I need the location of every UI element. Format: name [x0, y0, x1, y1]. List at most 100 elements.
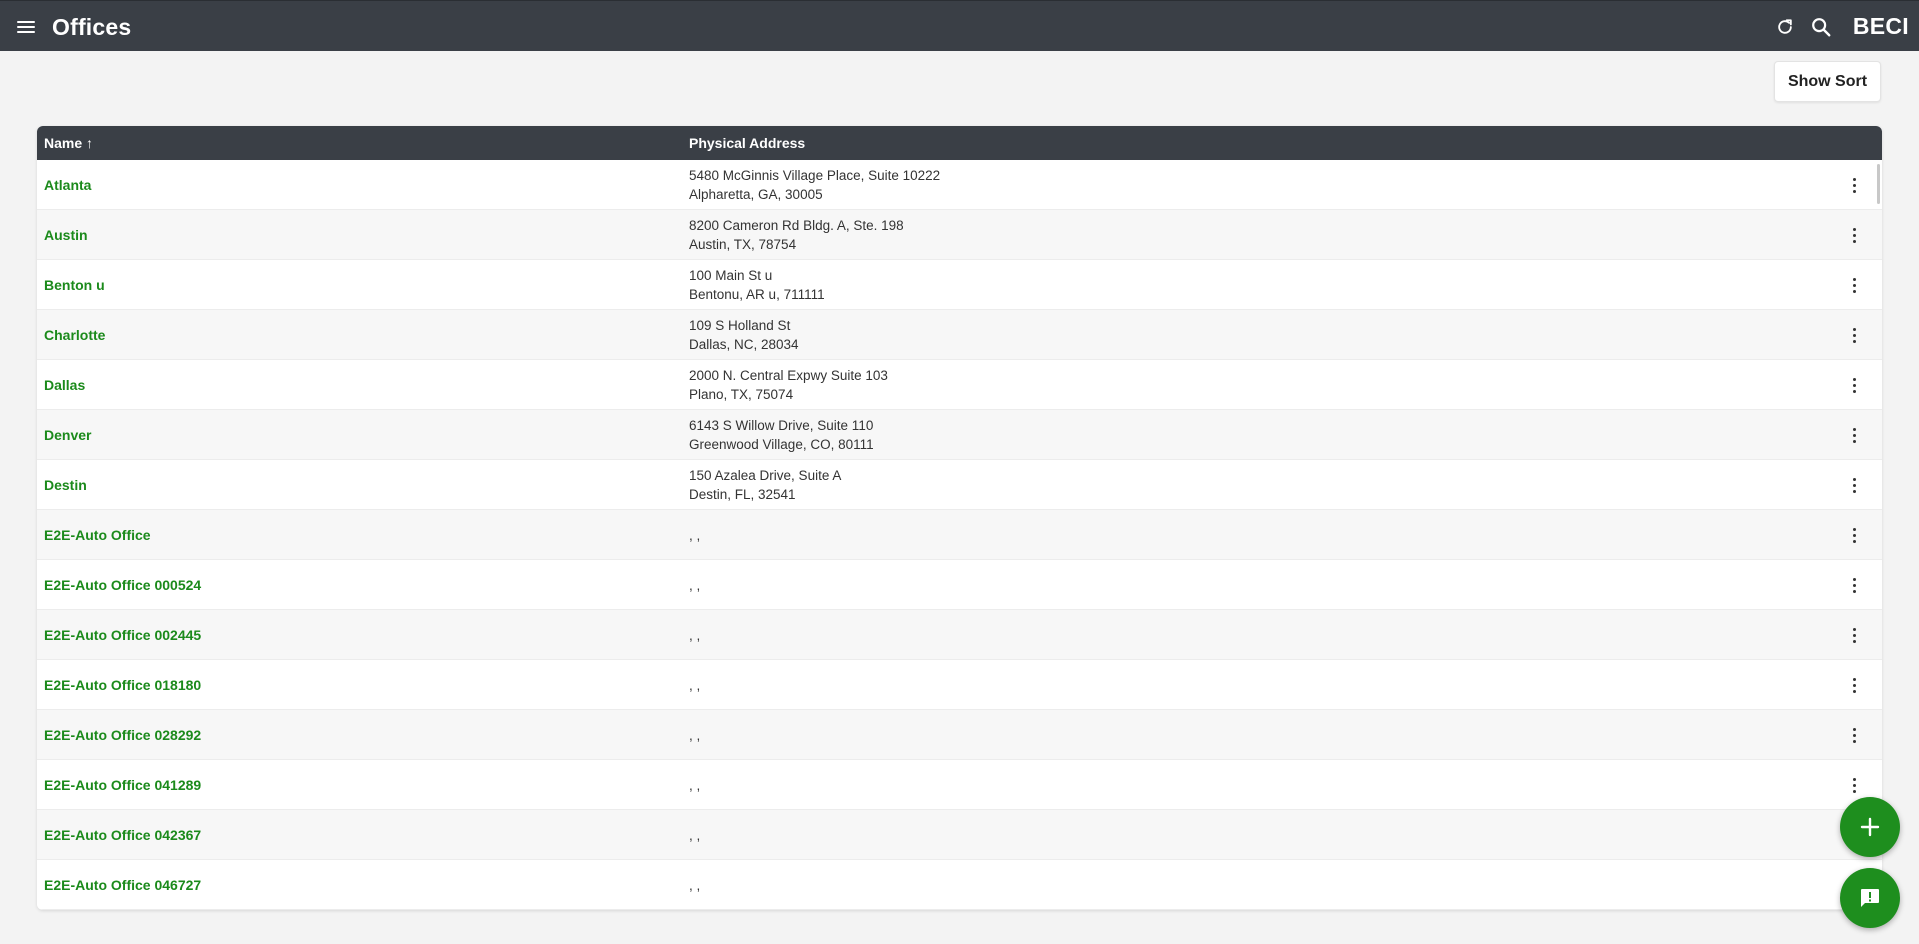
physical-address: 6143 S Willow Drive, Suite 110 Greenwood …: [689, 410, 874, 460]
address-line-2: Destin, FL, 32541: [689, 487, 796, 502]
table-body: Atlanta 5480 McGinnis Village Place, Suit…: [37, 160, 1882, 910]
page-title: Offices: [52, 14, 132, 40]
table-row[interactable]: E2E-Auto Office 002445 , ,: [37, 610, 1882, 660]
physical-address: 2000 N. Central Expwy Suite 103 Plano, TX…: [689, 360, 888, 410]
table-row[interactable]: E2E-Auto Office 042367 , ,: [37, 810, 1882, 860]
address-line-1: 109 S Holland St: [689, 318, 791, 333]
table-row[interactable]: Charlotte 109 S Holland St Dallas, NC, 280…: [37, 310, 1882, 360]
column-header-name[interactable]: Name ↑: [44, 135, 93, 151]
more-vertical-icon[interactable]: [1842, 323, 1866, 347]
address-line-2: Dallas, NC, 28034: [689, 337, 799, 352]
more-vertical-icon[interactable]: [1842, 223, 1866, 247]
table-row[interactable]: Benton u 100 Main St u Bentonu, AR u, 7111…: [37, 260, 1882, 310]
plus-icon: [1860, 817, 1880, 837]
table-row[interactable]: E2E-Auto Office 041289 , ,: [37, 760, 1882, 810]
feedback-icon: [1861, 889, 1879, 907]
address-line-1: 5480 McGinnis Village Place, Suite 10222: [689, 168, 941, 183]
office-name-link[interactable]: E2E-Auto Office: [44, 510, 151, 560]
refresh-button[interactable]: [1767, 9, 1803, 45]
office-name-link[interactable]: Dallas: [44, 360, 85, 410]
physical-address: , ,: [689, 710, 700, 760]
more-vertical-icon[interactable]: [1842, 773, 1866, 797]
address-line-2: Plano, TX, 75074: [689, 387, 794, 402]
office-name-link[interactable]: E2E-Auto Office 042367: [44, 810, 201, 860]
topbar-actions: BECI: [1767, 1, 1909, 52]
physical-address: 109 S Holland St Dallas, NC, 28034: [689, 310, 799, 360]
office-name-link[interactable]: E2E-Auto Office 018180: [44, 660, 201, 710]
address-line-1: , ,: [689, 727, 701, 743]
office-name-link[interactable]: Atlanta: [44, 160, 91, 210]
table-row[interactable]: E2E-Auto Office 000524 , ,: [37, 560, 1882, 610]
office-name-link[interactable]: Denver: [44, 410, 91, 460]
physical-address: , ,: [689, 760, 700, 810]
top-app-bar: Offices BECI: [0, 0, 1919, 51]
more-vertical-icon[interactable]: [1842, 723, 1866, 747]
address-line-1: , ,: [689, 827, 701, 843]
physical-address: , ,: [689, 660, 700, 710]
brand-logo: BECI: [1852, 13, 1909, 39]
search-button[interactable]: [1803, 9, 1839, 45]
physical-address: 100 Main St u Bentonu, AR u, 711111: [689, 260, 825, 310]
office-name-link[interactable]: Austin: [44, 210, 88, 260]
address-line-1: 150 Azalea Drive, Suite A: [689, 468, 842, 483]
address-line-2: Bentonu, AR u, 711111: [689, 287, 825, 302]
more-vertical-icon[interactable]: [1842, 373, 1866, 397]
physical-address: , ,: [689, 860, 700, 910]
address-line-2: Austin, TX, 78754: [689, 237, 797, 252]
add-office-button[interactable]: [1840, 797, 1900, 857]
table-row[interactable]: Atlanta 5480 McGinnis Village Place, Suit…: [37, 160, 1882, 210]
address-line-2: Greenwood Village, CO, 80111: [689, 437, 874, 452]
more-vertical-icon[interactable]: [1842, 423, 1866, 447]
scrollbar[interactable]: [1877, 164, 1880, 204]
address-line-1: , ,: [689, 577, 701, 593]
feedback-button[interactable]: [1840, 868, 1900, 928]
more-vertical-icon[interactable]: [1842, 473, 1866, 497]
office-name-link[interactable]: E2E-Auto Office 028292: [44, 710, 201, 760]
show-sort-button[interactable]: Show Sort: [1774, 61, 1881, 102]
table-row[interactable]: Dallas 2000 N. Central Expwy Suite 103 Pla…: [37, 360, 1882, 410]
more-vertical-icon[interactable]: [1842, 523, 1866, 547]
table-header: Name ↑ Physical Address: [37, 126, 1882, 160]
more-vertical-icon[interactable]: [1842, 273, 1866, 297]
address-line-1: 6143 S Willow Drive, Suite 110: [689, 418, 874, 433]
table-row[interactable]: Destin 150 Azalea Drive, Suite A Destin, F…: [37, 460, 1882, 510]
office-name-link[interactable]: Destin: [44, 460, 87, 510]
office-name-link[interactable]: Benton u: [44, 260, 105, 310]
address-line-1: , ,: [689, 677, 701, 693]
column-header-physical-address: Physical Address: [689, 135, 806, 151]
table-row[interactable]: E2E-Auto Office , ,: [37, 510, 1882, 560]
physical-address: , ,: [689, 610, 700, 660]
menu-button[interactable]: [14, 15, 38, 39]
more-vertical-icon[interactable]: [1842, 573, 1866, 597]
address-line-1: , ,: [689, 777, 701, 793]
physical-address: 5480 McGinnis Village Place, Suite 10222…: [689, 160, 940, 210]
more-vertical-icon[interactable]: [1842, 673, 1866, 697]
address-line-1: 8200 Cameron Rd Bldg. A, Ste. 198: [689, 218, 904, 233]
physical-address: 8200 Cameron Rd Bldg. A, Ste. 198 Austin,…: [689, 210, 904, 260]
office-name-link[interactable]: E2E-Auto Office 002445: [44, 610, 201, 660]
table-row[interactable]: E2E-Auto Office 046727 , ,: [37, 860, 1882, 910]
address-line-1: 2000 N. Central Expwy Suite 103: [689, 368, 888, 383]
more-vertical-icon[interactable]: [1842, 173, 1866, 197]
address-line-2: Alpharetta, GA, 30005: [689, 187, 823, 202]
more-vertical-icon[interactable]: [1842, 623, 1866, 647]
table-row[interactable]: E2E-Auto Office 028292 , ,: [37, 710, 1882, 760]
address-line-1: , ,: [689, 527, 701, 543]
offices-table: Name ↑ Physical Address Atlanta 5480 McGi…: [37, 126, 1882, 910]
table-row[interactable]: E2E-Auto Office 018180 , ,: [37, 660, 1882, 710]
table-row[interactable]: Denver 6143 S Willow Drive, Suite 110 Gree…: [37, 410, 1882, 460]
refresh-icon: [1778, 18, 1792, 34]
physical-address: , ,: [689, 560, 700, 610]
physical-address: , ,: [689, 510, 700, 560]
table-row[interactable]: Austin 8200 Cameron Rd Bldg. A, Ste. 198 A…: [37, 210, 1882, 260]
address-line-1: , ,: [689, 627, 701, 643]
office-name-link[interactable]: E2E-Auto Office 000524: [44, 560, 201, 610]
hamburger-icon: [17, 21, 35, 23]
office-name-link[interactable]: E2E-Auto Office 041289: [44, 760, 201, 810]
address-line-1: , ,: [689, 877, 701, 893]
office-name-link[interactable]: E2E-Auto Office 046727: [44, 860, 201, 910]
physical-address: , ,: [689, 810, 700, 860]
address-line-1: 100 Main St u: [689, 268, 773, 283]
search-icon: [1811, 17, 1831, 36]
office-name-link[interactable]: Charlotte: [44, 310, 105, 360]
